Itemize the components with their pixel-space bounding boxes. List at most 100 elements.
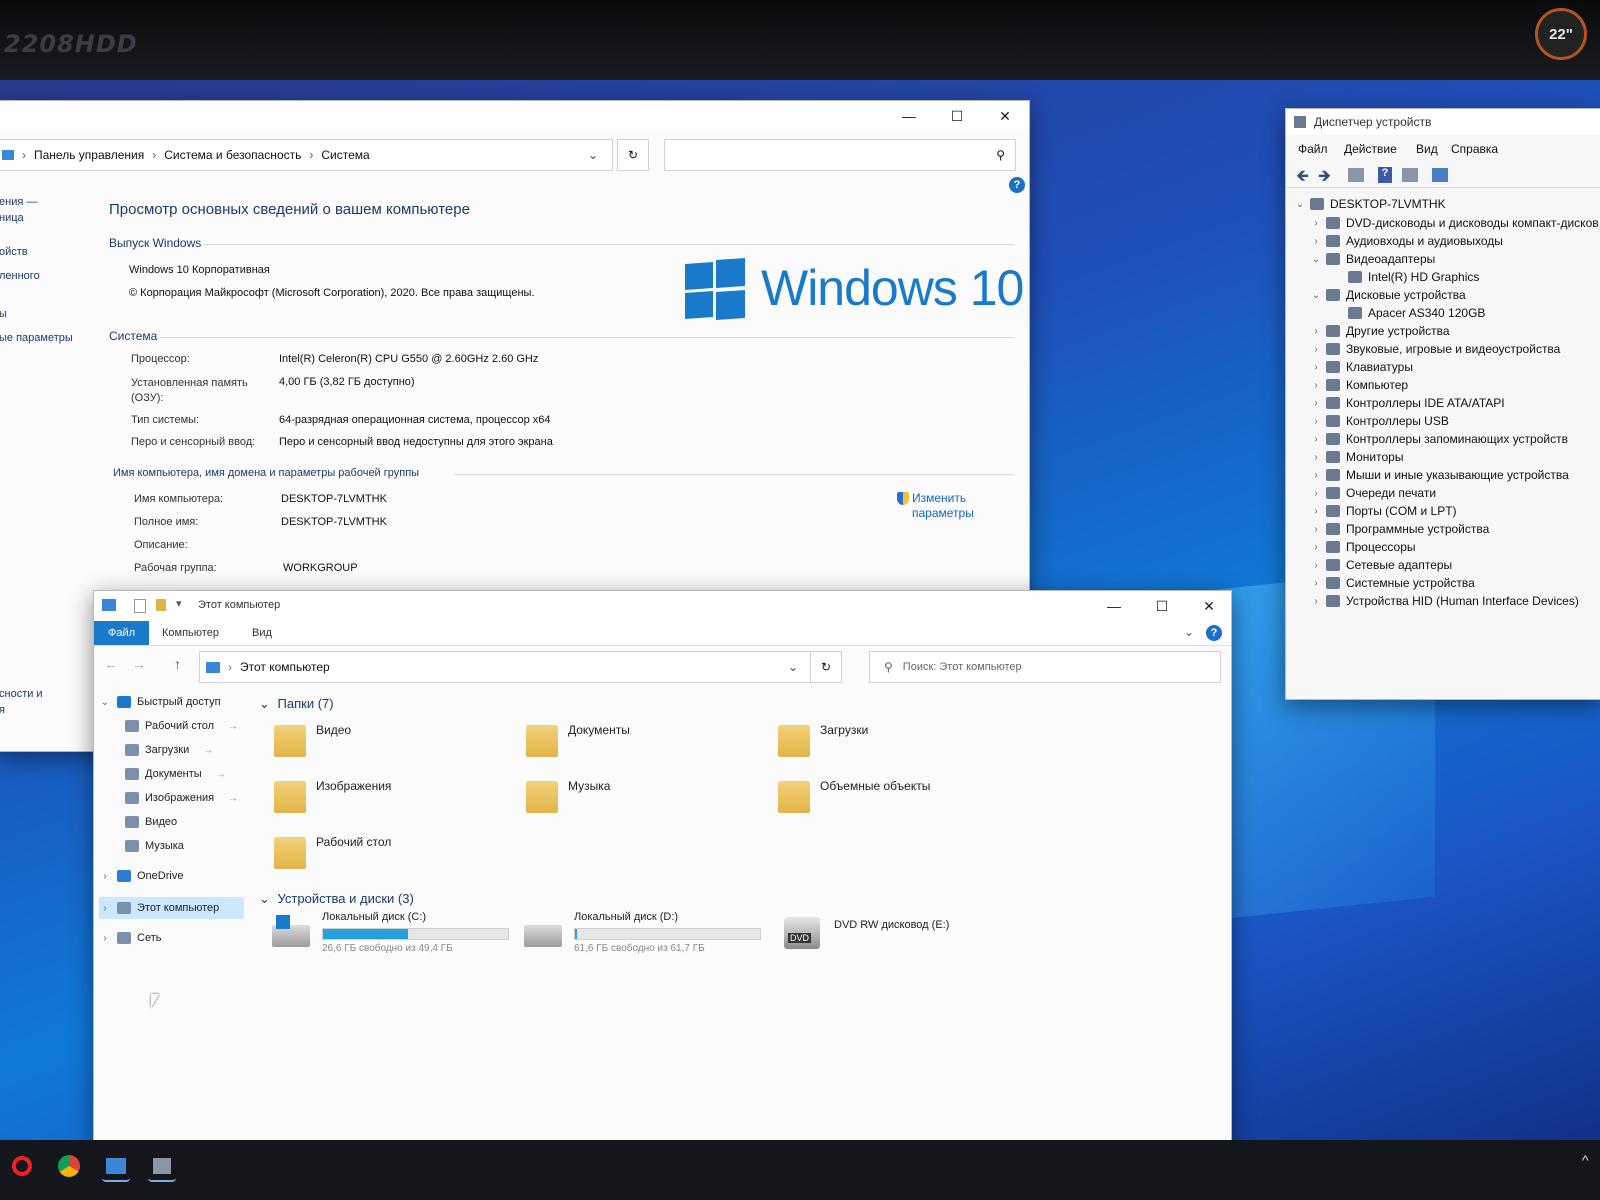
chevron-right-icon[interactable]: › bbox=[1310, 344, 1322, 355]
chevron-right-icon[interactable]: › bbox=[1310, 452, 1322, 463]
tree-category[interactable]: › Звуковые, игровые и видеоустройства bbox=[1310, 340, 1560, 358]
chevron-down-icon[interactable]: ⌄ bbox=[788, 660, 798, 674]
chevron-right-icon[interactable]: › bbox=[1310, 560, 1322, 571]
tree-root[interactable]: ⌄ DESKTOP-7LVMTHK bbox=[1294, 195, 1446, 213]
update-driver-icon[interactable] bbox=[1402, 168, 1418, 182]
refresh-button[interactable]: ↻ bbox=[810, 651, 842, 683]
chevron-down-icon[interactable]: ⌄ bbox=[1310, 254, 1322, 265]
nav-item[interactable]: › OneDrive bbox=[99, 865, 183, 887]
tree-category[interactable]: › Сетевые адаптеры bbox=[1310, 556, 1452, 574]
nav-item[interactable]: ⌄ Быстрый доступ bbox=[99, 691, 221, 713]
tree-category[interactable]: › Системные устройства bbox=[1310, 574, 1474, 592]
tree-category[interactable]: › DVD-дисководы и дисководы компакт-диско… bbox=[1310, 214, 1598, 232]
chevron-right-icon[interactable]: › bbox=[1310, 326, 1322, 337]
search-input[interactable]: ⚲ Поиск: Этот компьютер bbox=[869, 651, 1221, 683]
tree-category[interactable]: › Компьютер bbox=[1310, 376, 1408, 394]
tree-category[interactable]: › Мониторы bbox=[1310, 448, 1403, 466]
chevron-right-icon[interactable]: › bbox=[1310, 542, 1322, 553]
devices-header[interactable]: ⌄ Устройства и диски (3) bbox=[259, 891, 414, 907]
nav-item[interactable]: › Сеть bbox=[99, 927, 161, 949]
nav-item[interactable]: › Этот компьютер bbox=[99, 897, 244, 919]
chevron-right-icon[interactable]: › bbox=[1310, 596, 1322, 607]
chevron-right-icon[interactable]: › bbox=[1310, 488, 1322, 499]
search-input[interactable]: ⚲ bbox=[664, 139, 1016, 171]
tree-category[interactable]: › Контроллеры USB bbox=[1310, 412, 1449, 430]
nav-link[interactable]: сности и bbox=[0, 688, 43, 700]
back-arrow-icon[interactable]: 🡸 bbox=[1296, 165, 1309, 192]
tree-category[interactable]: › Порты (COM и LPT) bbox=[1310, 502, 1456, 520]
opera-icon[interactable] bbox=[8, 1152, 36, 1180]
maximize-button[interactable]: ☐ bbox=[937, 105, 977, 127]
change-settings-label[interactable]: Изменить параметры bbox=[912, 491, 992, 521]
chevron-down-icon[interactable]: ⌄ bbox=[1310, 290, 1322, 301]
chevron-right-icon[interactable]: › bbox=[1310, 416, 1322, 427]
chevron-right-icon[interactable]: › bbox=[1310, 434, 1322, 445]
tree-category[interactable]: ⌄ Видеоадаптеры bbox=[1310, 250, 1435, 268]
tree-category[interactable]: › Аудиовходы и аудиовыходы bbox=[1310, 232, 1503, 250]
chevron-up-icon[interactable]: ^ bbox=[1582, 1152, 1589, 1168]
ribbon-tab-file[interactable]: Файл bbox=[94, 621, 149, 645]
nav-link[interactable]: ения — bbox=[0, 196, 37, 208]
chevron-right-icon[interactable]: › bbox=[1310, 218, 1322, 229]
help-icon[interactable]: ? bbox=[1206, 625, 1222, 641]
chevron-right-icon[interactable]: › bbox=[1310, 470, 1322, 481]
chevron-right-icon[interactable]: › bbox=[1310, 398, 1322, 409]
tree-category[interactable]: › Мыши и иные указывающие устройства bbox=[1310, 466, 1568, 484]
tree-category[interactable]: › Другие устройства bbox=[1310, 322, 1449, 340]
nav-item[interactable]: Видео bbox=[123, 811, 177, 833]
chevron-right-icon[interactable]: › bbox=[1310, 236, 1322, 247]
drive-e[interactable]: DVD DVD RW дисковод (E:) bbox=[784, 911, 1034, 961]
folder-item[interactable]: Документы bbox=[526, 721, 766, 769]
device-manager-taskbar-icon[interactable] bbox=[148, 1152, 176, 1182]
nav-link[interactable]: ы bbox=[0, 308, 7, 320]
chevron-right-icon[interactable]: › bbox=[1310, 524, 1322, 535]
chrome-icon[interactable] bbox=[55, 1152, 83, 1180]
nav-link[interactable]: ые параметры bbox=[0, 332, 73, 344]
menu-view[interactable]: Вид bbox=[1416, 142, 1438, 156]
nav-item[interactable]: Документы → bbox=[123, 763, 226, 785]
ribbon-tab-computer[interactable]: Компьютер bbox=[162, 627, 219, 639]
properties-icon[interactable] bbox=[134, 599, 146, 613]
minimize-button[interactable]: — bbox=[889, 105, 929, 127]
ribbon-tab-view[interactable]: Вид bbox=[252, 627, 272, 639]
new-folder-icon[interactable] bbox=[156, 599, 166, 611]
nav-link[interactable]: ница bbox=[0, 212, 24, 224]
forward-arrow-icon[interactable]: 🡺 bbox=[1318, 165, 1331, 192]
help-icon[interactable]: ? bbox=[1378, 167, 1392, 183]
folders-header[interactable]: ⌄ Папки (7) bbox=[259, 696, 334, 712]
up-arrow-icon[interactable]: ↑ bbox=[174, 656, 181, 672]
folder-item[interactable]: Объемные объекты bbox=[778, 777, 1018, 825]
breadcrumb-item[interactable]: Панель управления bbox=[34, 148, 144, 162]
folder-item[interactable]: Загрузки bbox=[778, 721, 1018, 769]
nav-link[interactable]: я bbox=[0, 704, 5, 716]
refresh-button[interactable]: ↻ bbox=[617, 139, 649, 171]
chevron-down-icon[interactable]: ⌄ bbox=[99, 697, 111, 708]
forward-arrow-icon[interactable]: → bbox=[132, 656, 146, 672]
tree-category[interactable]: › Программные устройства bbox=[1310, 520, 1489, 538]
folder-item[interactable]: Видео bbox=[274, 721, 514, 769]
menu-help[interactable]: Справка bbox=[1451, 142, 1498, 156]
address-bar[interactable]: › Этот компьютер ⌄ bbox=[199, 651, 811, 683]
drive-c[interactable]: Локальный диск (C:) 26,6 ГБ свободно из … bbox=[272, 911, 522, 961]
tree-category[interactable]: › Контроллеры запоминающих устройств bbox=[1310, 430, 1568, 448]
folder-item[interactable]: Изображения bbox=[274, 777, 514, 825]
nav-item[interactable]: Загрузки → bbox=[123, 739, 213, 761]
help-icon[interactable]: ? bbox=[1009, 177, 1025, 193]
chevron-right-icon[interactable]: › bbox=[1310, 578, 1322, 589]
control-panel-icon[interactable] bbox=[102, 1152, 130, 1182]
chevron-right-icon[interactable]: › bbox=[1310, 380, 1322, 391]
breadcrumb[interactable]: › Панель управления › Система и безопасн… bbox=[0, 139, 613, 171]
folder-item[interactable]: Рабочий стол bbox=[274, 833, 514, 881]
tree-device[interactable]: Apacer AS340 120GB bbox=[1332, 304, 1485, 322]
chevron-right-icon[interactable]: › bbox=[99, 903, 111, 914]
folder-item[interactable]: Музыка bbox=[526, 777, 766, 825]
chevron-right-icon[interactable]: › bbox=[1310, 506, 1322, 517]
chevron-down-icon[interactable]: ⌄ bbox=[588, 148, 598, 162]
tree-category[interactable]: › Очереди печати bbox=[1310, 484, 1436, 502]
tree-category[interactable]: › Клавиатуры bbox=[1310, 358, 1413, 376]
minimize-button[interactable]: — bbox=[1094, 595, 1134, 617]
chevron-right-icon[interactable]: › bbox=[99, 933, 111, 944]
tree-category[interactable]: › Контроллеры IDE ATA/ATAPI bbox=[1310, 394, 1504, 412]
nav-link[interactable]: ленного bbox=[0, 270, 40, 282]
properties-icon[interactable] bbox=[1348, 168, 1364, 182]
